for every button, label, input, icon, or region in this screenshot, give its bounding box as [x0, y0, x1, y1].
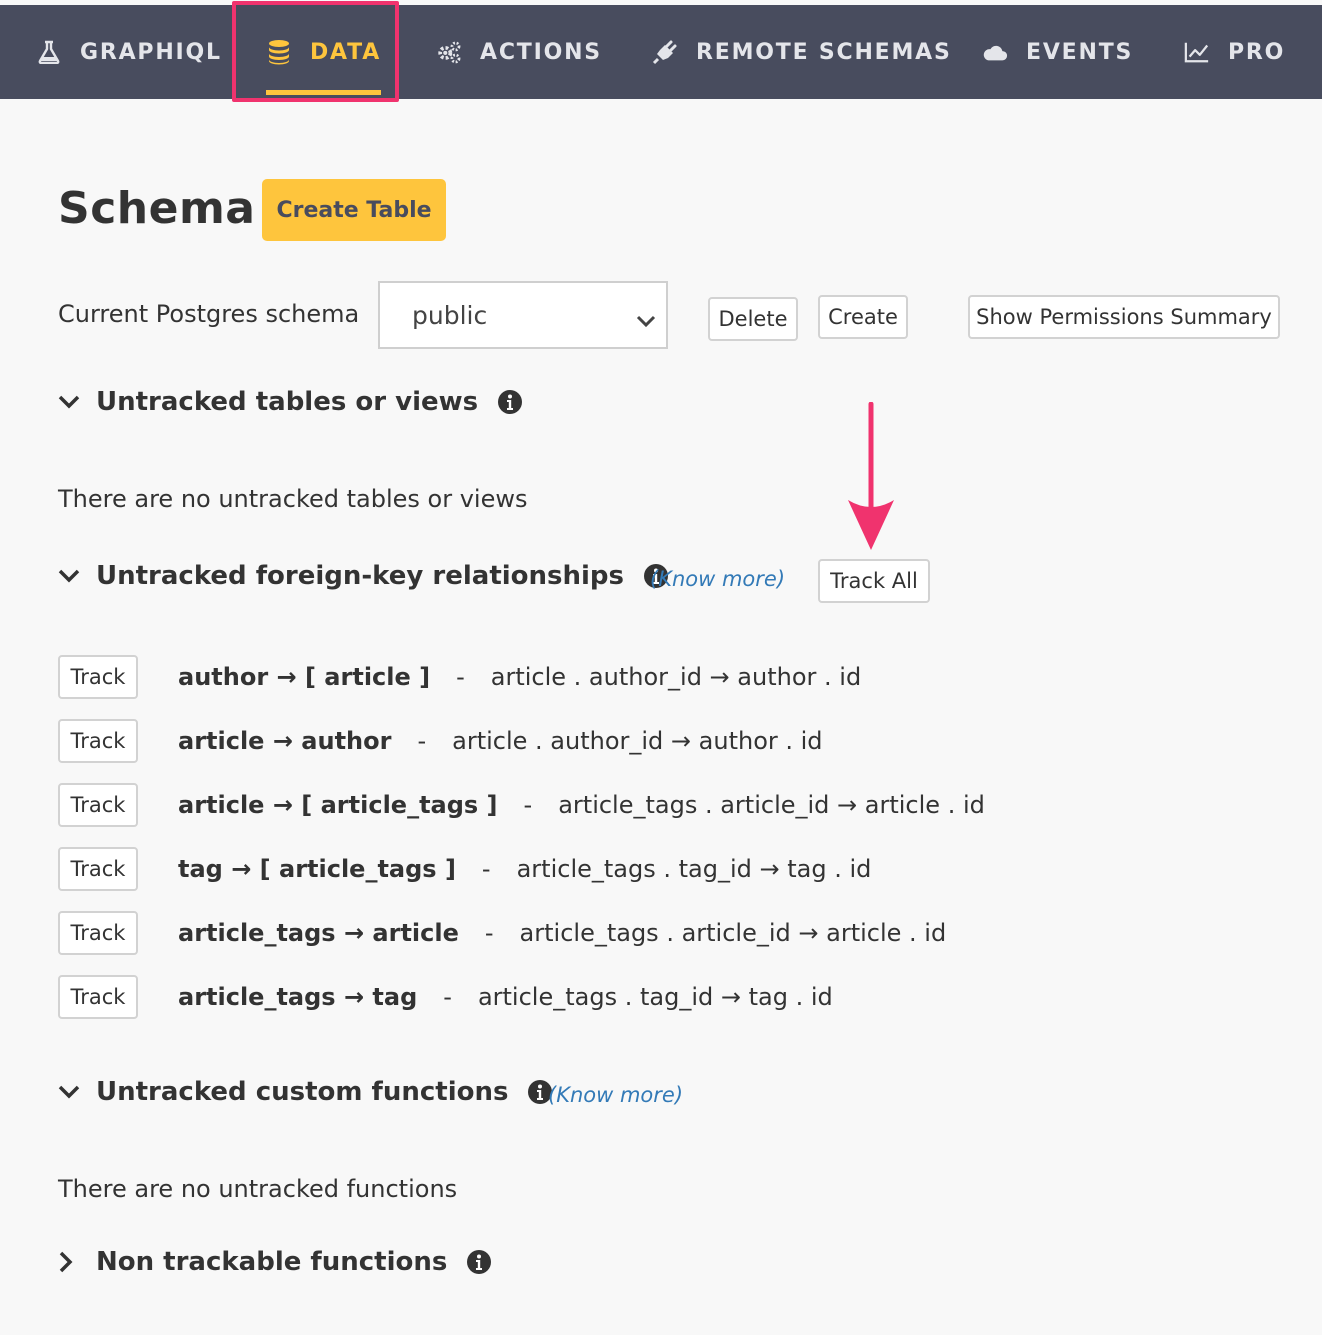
- create-table-button[interactable]: Create Table: [262, 179, 446, 241]
- relationship-separator: -: [523, 791, 533, 819]
- untracked-fk-toggle[interactable]: Untracked foreign-key relationships: [58, 561, 669, 591]
- nav-data-label: DATA: [310, 39, 382, 65]
- top-navbar: GRAPHIQL DATA ACTIONS REMOTE SCHEMAS EVE…: [0, 5, 1322, 99]
- untracked-functions-empty: There are no untracked functions: [58, 1175, 458, 1203]
- gears-icon: [436, 39, 462, 65]
- nav-pro[interactable]: PRO: [1184, 5, 1285, 99]
- info-icon[interactable]: [498, 390, 523, 414]
- plug-icon: [652, 39, 678, 65]
- untracked-functions-toggle[interactable]: Untracked custom functions: [58, 1077, 553, 1107]
- page-title: Schema: [58, 183, 256, 234]
- relationship-mapping: article_tags . tag_id → tag . id: [516, 855, 872, 883]
- delete-schema-button[interactable]: Delete: [708, 297, 798, 341]
- schema-select-value: public: [412, 300, 488, 330]
- show-permissions-summary-button[interactable]: Show Permissions Summary: [968, 295, 1280, 339]
- untracked-functions-heading: Untracked custom functions: [96, 1077, 509, 1107]
- flask-icon: [36, 39, 62, 65]
- untracked-tables-toggle[interactable]: Untracked tables or views: [58, 387, 523, 417]
- table-row: Track article_tags → tag - article_tags …: [58, 975, 833, 1019]
- relationship-name: article_tags → article: [178, 919, 459, 947]
- database-icon: [266, 39, 292, 65]
- relationship-separator: -: [417, 727, 427, 755]
- relationship-mapping: article . author_id → author . id: [490, 663, 862, 691]
- relationship-mapping: article . author_id → author . id: [452, 727, 823, 755]
- nav-actions[interactable]: ACTIONS: [436, 5, 602, 99]
- table-row: Track article_tags → article - article_t…: [58, 911, 946, 955]
- relationship-name: author → [ article ]: [178, 663, 431, 691]
- chevron-down-icon: [636, 305, 656, 334]
- nav-actions-label: ACTIONS: [480, 39, 602, 65]
- track-all-button[interactable]: Track All: [818, 559, 930, 603]
- cloud-icon: [982, 39, 1008, 65]
- nav-graphiql-label: GRAPHIQL: [80, 39, 222, 65]
- untracked-fk-heading: Untracked foreign-key relationships: [96, 561, 625, 591]
- nav-graphiql[interactable]: GRAPHIQL: [36, 5, 222, 99]
- non-trackable-functions-heading: Non trackable functions: [96, 1247, 448, 1277]
- relationship-separator: -: [481, 855, 491, 883]
- chevron-down-icon: [58, 395, 82, 409]
- pink-arrow-annotation: [846, 401, 896, 556]
- relationship-separator: -: [484, 919, 494, 947]
- table-row: Track article → [ article_tags ] - artic…: [58, 783, 985, 827]
- chevron-down-icon: [58, 1085, 82, 1099]
- track-button[interactable]: Track: [58, 847, 138, 891]
- relationship-name: article → [ article_tags ]: [178, 791, 498, 819]
- track-button[interactable]: Track: [58, 783, 138, 827]
- relationship-mapping: article_tags . article_id → article . id: [558, 791, 985, 819]
- table-row: Track author → [ article ] - article . a…: [58, 655, 861, 699]
- nav-remote-schemas[interactable]: REMOTE SCHEMAS: [652, 5, 952, 99]
- relationship-mapping: article_tags . article_id → article . id: [519, 919, 947, 947]
- relationship-separator: -: [456, 663, 465, 691]
- track-button[interactable]: Track: [58, 975, 138, 1019]
- untracked-functions-know-more-link[interactable]: (Know more): [548, 1083, 683, 1107]
- untracked-tables-empty: There are no untracked tables or views: [58, 485, 528, 513]
- relationship-name: tag → [ article_tags ]: [178, 855, 456, 883]
- nav-pro-label: PRO: [1228, 39, 1286, 65]
- chart-line-icon: [1184, 39, 1210, 65]
- nav-events-label: EVENTS: [1026, 39, 1134, 65]
- schema-select[interactable]: public: [378, 281, 668, 349]
- nav-data[interactable]: DATA: [266, 5, 382, 99]
- schema-select-label: Current Postgres schema: [58, 300, 360, 328]
- non-trackable-functions-toggle[interactable]: Non trackable functions: [58, 1247, 492, 1277]
- track-button[interactable]: Track: [58, 655, 138, 699]
- untracked-tables-heading: Untracked tables or views: [96, 387, 479, 417]
- table-row: Track article → author - article . autho…: [58, 719, 823, 763]
- track-button[interactable]: Track: [58, 719, 138, 763]
- relationship-mapping: article_tags . tag_id → tag . id: [477, 983, 833, 1011]
- create-schema-button[interactable]: Create: [818, 295, 908, 339]
- nav-remote-schemas-label: REMOTE SCHEMAS: [696, 39, 952, 65]
- relationship-separator: -: [443, 983, 452, 1011]
- chevron-down-icon: [58, 569, 82, 583]
- relationship-name: article_tags → tag: [178, 983, 418, 1011]
- chevron-right-icon: [58, 1251, 82, 1273]
- track-button[interactable]: Track: [58, 911, 138, 955]
- table-row: Track tag → [ article_tags ] - article_t…: [58, 847, 871, 891]
- relationship-name: article → author: [178, 727, 392, 755]
- nav-events[interactable]: EVENTS: [982, 5, 1133, 99]
- info-icon[interactable]: [467, 1250, 492, 1274]
- untracked-fk-know-more-link[interactable]: (Know more): [650, 567, 785, 591]
